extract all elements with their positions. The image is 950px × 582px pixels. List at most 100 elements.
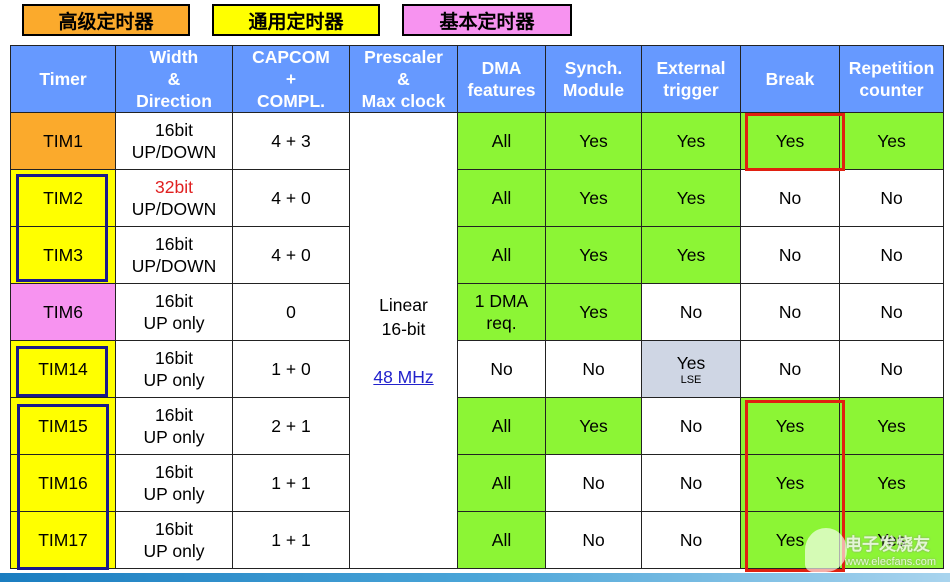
table-row: TIM15 16bit UP only 2 + 1 All Yes No Yes Yes [10, 397, 944, 455]
cell-break: No [740, 340, 840, 398]
watermark: 电子发烧友 www.elecfans.com [805, 528, 945, 576]
cell-dma: All [457, 454, 546, 512]
cell-synch: Yes [545, 169, 642, 227]
header-repetition: Repetition counter [839, 45, 944, 113]
cell-repetition: Yes [839, 112, 944, 170]
cell-repetition: Yes [839, 454, 944, 512]
cell-capcom: 4 + 0 [232, 169, 350, 227]
width-bits: 32bit [155, 177, 193, 197]
timer-feature-table: Timer Width & Direction CAPCOM + COMPL. Pres… [10, 45, 944, 569]
cell-width-direction: 16bit UP/DOWN [115, 112, 233, 170]
cell-width-direction: 16bit UP only [115, 397, 233, 455]
header-row: Timer Width & Direction CAPCOM + COMPL. Pres… [10, 45, 944, 113]
cell-synch: Yes [545, 283, 642, 341]
cell-dma: All [457, 511, 546, 569]
header-external-trigger: External trigger [641, 45, 741, 113]
cell-timer: TIM17 [10, 511, 116, 569]
cell-prescaler: Linear 16-bit 48 MHz [349, 112, 458, 569]
direction: UP only [143, 484, 205, 504]
cell-dma: No [457, 340, 546, 398]
cell-break: Yes [740, 112, 840, 170]
watermark-text: 电子发烧友 [845, 535, 930, 555]
cell-timer: TIM2 [10, 169, 116, 227]
cell-width-direction: 16bit UP/DOWN [115, 226, 233, 284]
cell-timer: TIM16 [10, 454, 116, 512]
max-clock-link[interactable]: 48 MHz [373, 367, 433, 387]
external-note: LSE [680, 374, 702, 386]
header-prescaler: Prescaler & Max clock [349, 45, 458, 113]
cell-synch: No [545, 511, 642, 569]
header-dma: DMA features [457, 45, 546, 113]
cell-break: Yes [740, 397, 840, 455]
cell-repetition: No [839, 340, 944, 398]
table-row: TIM1 16bit UP/DOWN 4 + 3 Linear 16-bit 48 MHz A… [10, 112, 944, 569]
cell-width-direction: 16bit UP only [115, 454, 233, 512]
cell-width-direction: 32bit UP/DOWN [115, 169, 233, 227]
cell-synch: Yes [545, 226, 642, 284]
cell-synch: No [545, 454, 642, 512]
header-timer: Timer [10, 45, 116, 113]
table-row: TIM3 16bit UP/DOWN 4 + 0 All Yes Yes No No [10, 226, 944, 284]
direction: UP only [143, 313, 205, 333]
table-row: TIM2 32bit UP/DOWN 4 + 0 All Yes Yes No No [10, 169, 944, 227]
legend-basic-timer: 基本定时器 [402, 4, 572, 36]
cell-synch: Yes [545, 112, 642, 170]
cell-timer: TIM15 [10, 397, 116, 455]
header-synch: Synch. Module [545, 45, 642, 113]
table-row: TIM14 16bit UP only 1 + 0 No No Yes LSE No No [10, 340, 944, 398]
cell-capcom: 1 + 1 [232, 454, 350, 512]
width-bits: 16bit [155, 291, 193, 311]
cell-repetition: No [839, 169, 944, 227]
cell-break: Yes [740, 454, 840, 512]
cell-external-trigger: No [641, 511, 741, 569]
width-bits: 16bit [155, 462, 193, 482]
direction: UP only [143, 427, 205, 447]
legend-general-timer: 通用定时器 [212, 4, 380, 36]
cell-capcom: 4 + 0 [232, 226, 350, 284]
direction: UP/DOWN [131, 142, 217, 162]
cell-external-trigger: Yes LSE [641, 340, 741, 398]
cell-synch: No [545, 340, 642, 398]
cell-timer: TIM6 [10, 283, 116, 341]
header-width-direction: Width & Direction [115, 45, 233, 113]
cell-dma: All [457, 226, 546, 284]
cell-external-trigger: Yes [641, 226, 741, 284]
cell-capcom: 1 + 0 [232, 340, 350, 398]
width-bits: 16bit [155, 519, 193, 539]
cell-capcom: 4 + 3 [232, 112, 350, 170]
cell-width-direction: 16bit UP only [115, 283, 233, 341]
table-row: TIM6 16bit UP only 0 1 DMA req. Yes No No No [10, 283, 944, 341]
width-bits: 16bit [155, 348, 193, 368]
cell-timer: TIM1 [10, 112, 116, 170]
cell-dma: All [457, 397, 546, 455]
watermark-url: www.elecfans.com [845, 556, 937, 568]
prescaler-line2: 16-bit [381, 318, 426, 339]
header-break: Break [740, 45, 840, 113]
cell-width-direction: 16bit UP only [115, 511, 233, 569]
cell-external-trigger: No [641, 454, 741, 512]
width-bits: 16bit [155, 234, 193, 254]
cell-dma: All [457, 112, 546, 170]
cell-capcom: 0 [232, 283, 350, 341]
legend-advanced-timer: 高级定时器 [22, 4, 190, 36]
cell-repetition: Yes [839, 397, 944, 455]
direction: UP only [143, 370, 205, 390]
direction: UP/DOWN [131, 256, 217, 276]
direction: UP only [143, 541, 205, 561]
table-row: TIM17 16bit UP only 1 + 1 All No No Yes Yes [10, 511, 944, 569]
cell-capcom: 2 + 1 [232, 397, 350, 455]
cell-break: No [740, 283, 840, 341]
cell-external-trigger: Yes [641, 169, 741, 227]
cell-break: No [740, 226, 840, 284]
cell-capcom: 1 + 1 [232, 511, 350, 569]
cell-dma: All [457, 169, 546, 227]
table-row: TIM16 16bit UP only 1 + 1 All No No Yes Yes [10, 454, 944, 512]
watermark-logo-icon [805, 528, 847, 572]
cell-external-trigger: No [641, 397, 741, 455]
cell-dma: 1 DMA req. [457, 283, 546, 341]
direction: UP/DOWN [131, 199, 217, 219]
cell-width-direction: 16bit UP only [115, 340, 233, 398]
width-bits: 16bit [155, 120, 193, 140]
width-bits: 16bit [155, 405, 193, 425]
cell-timer: TIM14 [10, 340, 116, 398]
